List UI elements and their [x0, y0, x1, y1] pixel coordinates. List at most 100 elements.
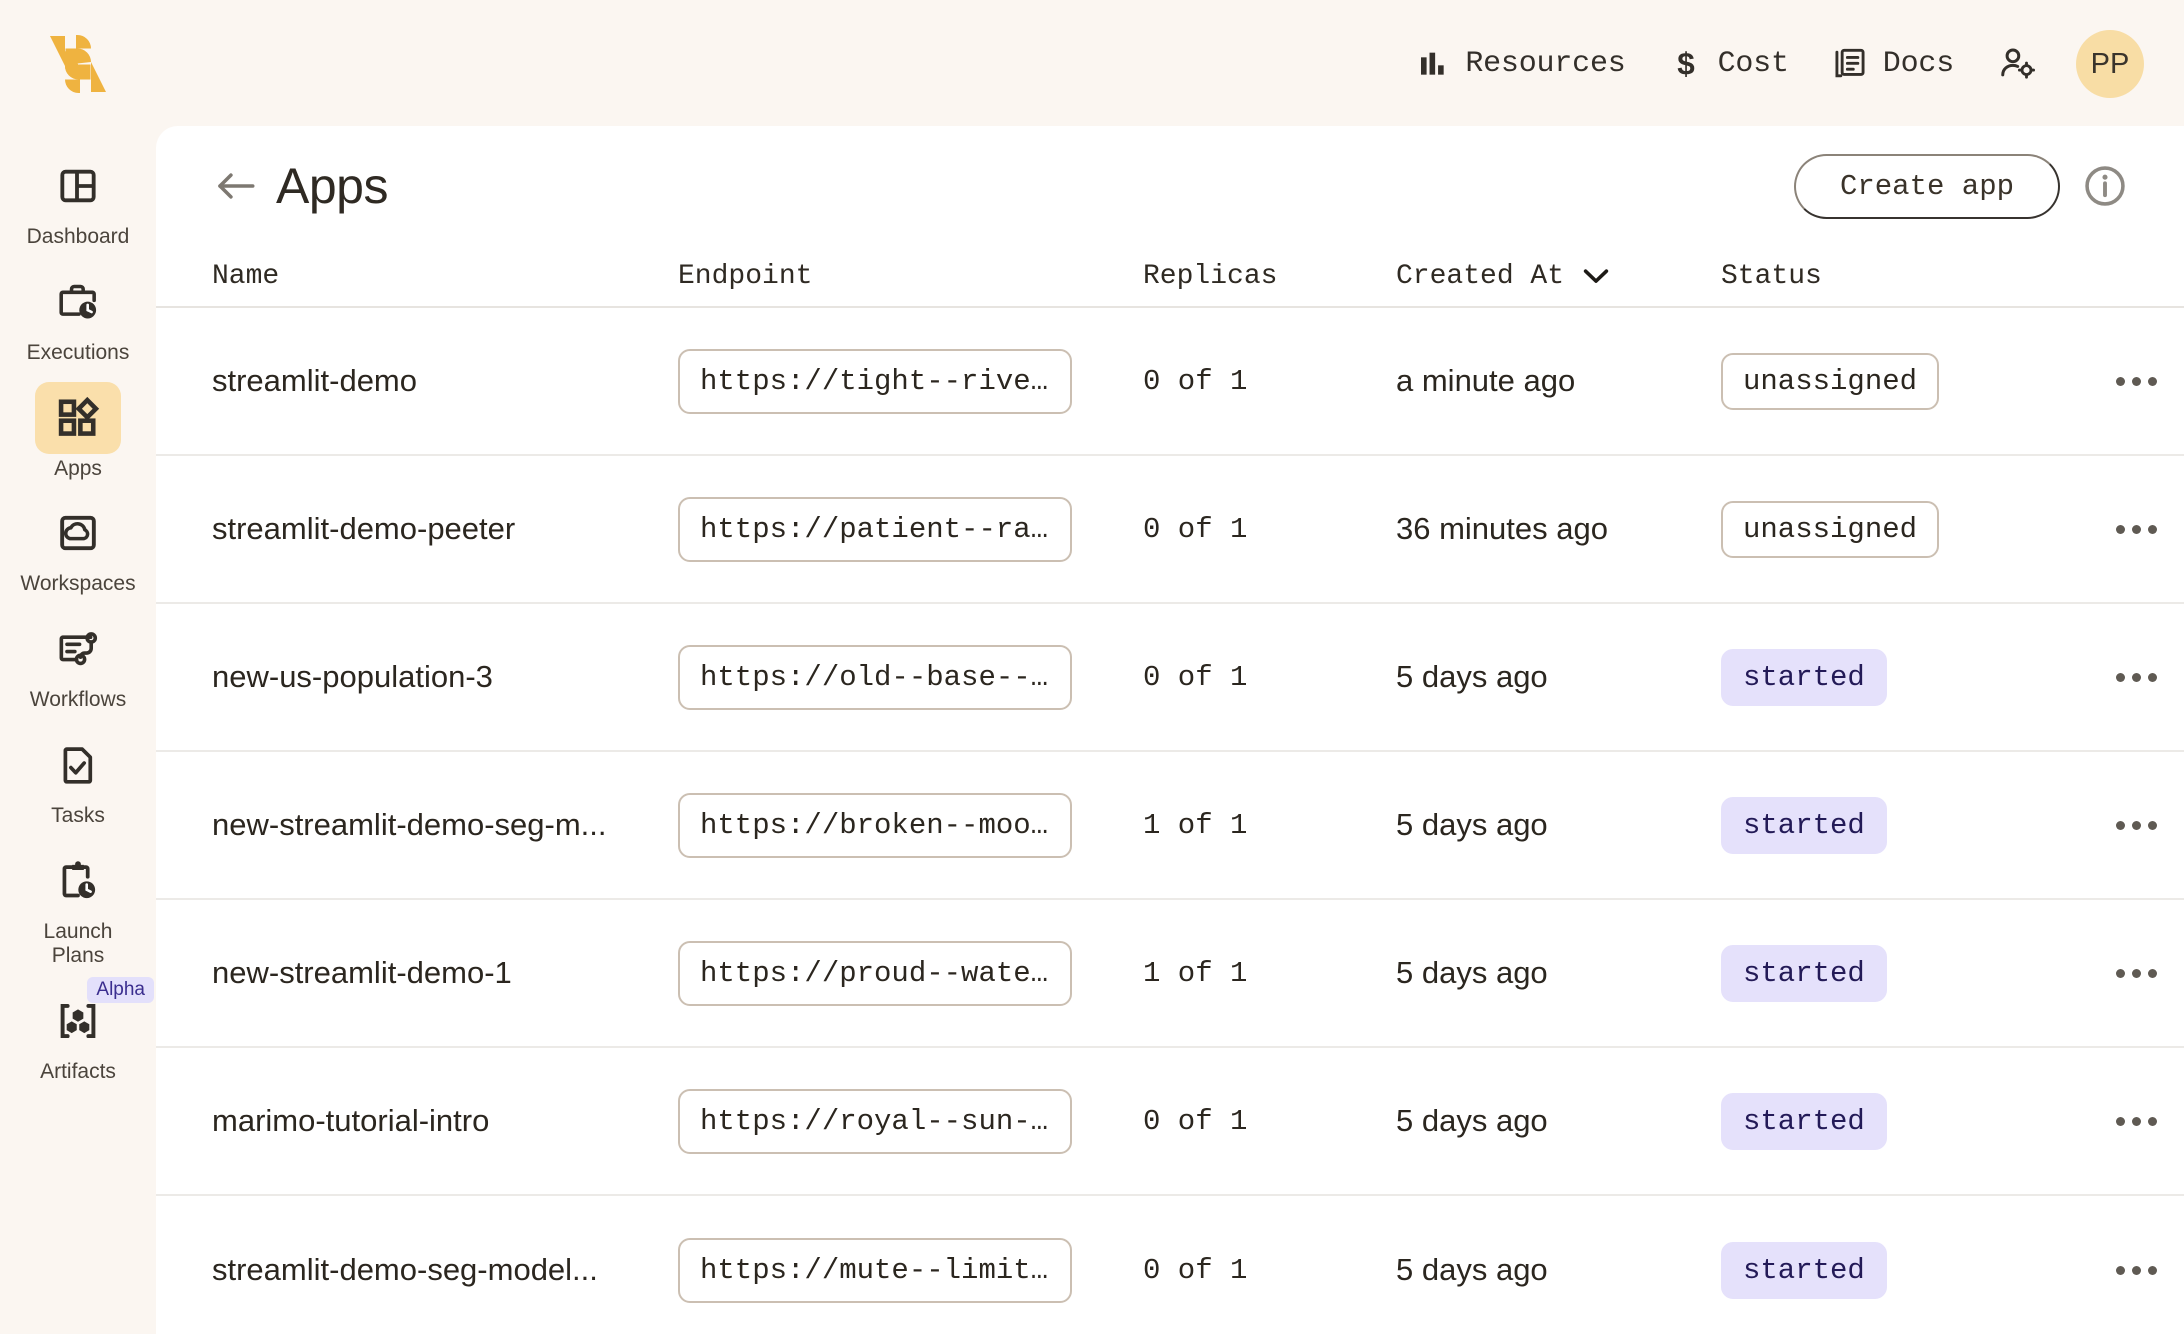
column-header-created-at-label: Created At: [1396, 260, 1565, 292]
column-header-endpoint-label: Endpoint: [678, 260, 813, 292]
cell-replicas: 0 of 1: [1143, 512, 1248, 546]
cell-created-at: 5 days ago: [1396, 955, 1548, 990]
nav-cost-label: Cost: [1717, 47, 1789, 81]
cell-endpoint: https://patient--ra…: [678, 496, 1143, 562]
more-horizontal-icon[interactable]: [2106, 367, 2167, 396]
arrow-left-icon[interactable]: [212, 163, 258, 209]
page-header: Apps Create app: [156, 126, 2184, 246]
cell-actions: [2066, 1256, 2184, 1285]
more-horizontal-icon[interactable]: [2106, 515, 2167, 544]
sidebar-item-launch-plans[interactable]: Launch Plans: [18, 845, 138, 970]
cell-app-name: streamlit-demo: [212, 363, 417, 398]
endpoint-link-button[interactable]: https://patient--ra…: [678, 496, 1072, 562]
apps-grid-icon: [35, 381, 121, 454]
cell-created-at: 5 days ago: [1396, 1252, 1548, 1287]
table-row[interactable]: new-streamlit-demo-seg-m... https://broke…: [156, 752, 2184, 900]
svg-text:$: $: [1677, 47, 1694, 81]
sidebar-item-executions-label: Executions: [26, 340, 130, 364]
file-check-icon: [35, 729, 121, 801]
cell-endpoint: https://royal--sun-…: [678, 1088, 1143, 1154]
sidebar-item-tasks-label: Tasks: [51, 803, 105, 827]
union-logo-icon: [50, 35, 106, 93]
sidebar-item-tasks[interactable]: Tasks: [18, 729, 138, 829]
nav-cost[interactable]: $ Cost: [1648, 39, 1811, 89]
cell-endpoint: https://mute--limit…: [678, 1237, 1143, 1303]
endpoint-url-text: https://royal--sun-…: [700, 1104, 1049, 1138]
nav-docs[interactable]: Docs: [1811, 39, 1976, 89]
endpoint-url-text: https://broken--moo…: [700, 808, 1049, 842]
sidebar-item-workspaces-label: Workspaces: [20, 572, 136, 596]
endpoint-url-text: https://tight--rive…: [700, 364, 1049, 398]
app-root: Resources $ Cost Docs PP Dashboard Execu…: [0, 0, 2184, 1334]
main-content-card: Apps Create app Name Endpoint Replicas C…: [156, 126, 2184, 1334]
cell-actions: [2066, 959, 2184, 988]
cell-status: unassigned: [1721, 500, 2066, 558]
table-row[interactable]: new-us-population-3 https://old--base--… 0…: [156, 604, 2184, 752]
endpoint-link-button[interactable]: https://broken--moo…: [678, 792, 1072, 858]
cell-replicas: 0 of 1: [1143, 660, 1248, 694]
status-badge: started: [1721, 648, 1887, 706]
clipboard-clock-icon: [35, 845, 121, 917]
nav-admin-settings[interactable]: [1976, 38, 2058, 90]
info-circle-icon[interactable]: [2082, 163, 2128, 209]
column-header-name[interactable]: Name: [212, 261, 678, 292]
column-header-status[interactable]: Status: [1721, 261, 2066, 292]
sidebar-item-artifacts[interactable]: Alpha Artifacts: [18, 977, 154, 1085]
cell-app-name: streamlit-demo-peeter: [212, 511, 516, 546]
cell-endpoint: https://old--base--…: [678, 644, 1143, 710]
cell-app-name: new-streamlit-demo-1: [212, 955, 512, 990]
table-row[interactable]: marimo-tutorial-intro https://royal--sun-…: [156, 1048, 2184, 1196]
alpha-badge: Alpha: [87, 977, 154, 1004]
sidebar-item-executions[interactable]: Executions: [18, 266, 138, 366]
cell-actions: [2066, 811, 2184, 840]
sidebar-item-dashboard[interactable]: Dashboard: [18, 150, 138, 250]
status-badge: started: [1721, 1092, 1887, 1150]
sidebar-item-launch-plans-label: Launch Plans: [43, 919, 113, 968]
create-app-button[interactable]: Create app: [1793, 153, 2060, 219]
cell-replicas: 0 of 1: [1143, 1104, 1248, 1138]
endpoint-url-text: https://old--base--…: [700, 660, 1049, 694]
table-row[interactable]: streamlit-demo-peeter https://patient--ra…: [156, 456, 2184, 604]
table-row[interactable]: streamlit-demo https://tight--rive… 0 of 1…: [156, 308, 2184, 456]
more-horizontal-icon[interactable]: [2106, 1107, 2167, 1136]
status-badge: unassigned: [1721, 500, 1940, 558]
sidebar-item-apps[interactable]: Apps: [18, 381, 138, 482]
cell-created-at: 5 days ago: [1396, 1103, 1548, 1138]
cell-app-name: streamlit-demo-seg-model...: [212, 1252, 598, 1287]
docs-icon: [1833, 47, 1867, 81]
more-horizontal-icon[interactable]: [2106, 811, 2167, 840]
endpoint-link-button[interactable]: https://tight--rive…: [678, 348, 1072, 414]
more-horizontal-icon[interactable]: [2106, 663, 2167, 692]
layout-dashboard-icon: [35, 150, 121, 222]
brand-logo[interactable]: [0, 30, 156, 98]
table-row[interactable]: streamlit-demo-seg-model... https://mute-…: [156, 1196, 2184, 1334]
column-header-replicas[interactable]: Replicas: [1143, 261, 1396, 292]
column-header-created-at[interactable]: Created At: [1396, 261, 1721, 292]
column-header-endpoint[interactable]: Endpoint: [678, 261, 1143, 292]
cell-replicas: 0 of 1: [1143, 364, 1248, 398]
more-horizontal-icon[interactable]: [2106, 959, 2167, 988]
status-badge: unassigned: [1721, 352, 1940, 410]
cell-created-at: 36 minutes ago: [1396, 511, 1608, 546]
cell-created-at: 5 days ago: [1396, 659, 1548, 694]
cell-status: started: [1721, 944, 2066, 1002]
avatar[interactable]: PP: [2076, 30, 2144, 98]
endpoint-link-button[interactable]: https://royal--sun-…: [678, 1088, 1072, 1154]
endpoint-url-text: https://patient--ra…: [700, 512, 1049, 546]
top-bar: Resources $ Cost Docs PP: [0, 0, 2184, 128]
table-row[interactable]: new-streamlit-demo-1 https://proud--wate……: [156, 900, 2184, 1048]
sidebar-item-workflows[interactable]: Workflows: [18, 613, 138, 713]
sidebar-item-workspaces[interactable]: Workspaces: [18, 497, 138, 597]
more-horizontal-icon[interactable]: [2106, 1256, 2167, 1285]
cell-status: started: [1721, 1241, 2066, 1299]
chevron-down-icon[interactable]: [1582, 267, 1610, 285]
cell-actions: [2066, 515, 2184, 544]
nav-resources[interactable]: Resources: [1395, 39, 1647, 89]
endpoint-link-button[interactable]: https://proud--wate…: [678, 940, 1072, 1006]
cell-actions: [2066, 663, 2184, 692]
endpoint-link-button[interactable]: https://old--base--…: [678, 644, 1072, 710]
column-header-replicas-label: Replicas: [1143, 260, 1278, 292]
endpoint-link-button[interactable]: https://mute--limit…: [678, 1237, 1072, 1303]
status-badge: started: [1721, 1241, 1887, 1299]
sidebar: Dashboard Executions Apps Workspaces Wor…: [0, 128, 156, 1334]
